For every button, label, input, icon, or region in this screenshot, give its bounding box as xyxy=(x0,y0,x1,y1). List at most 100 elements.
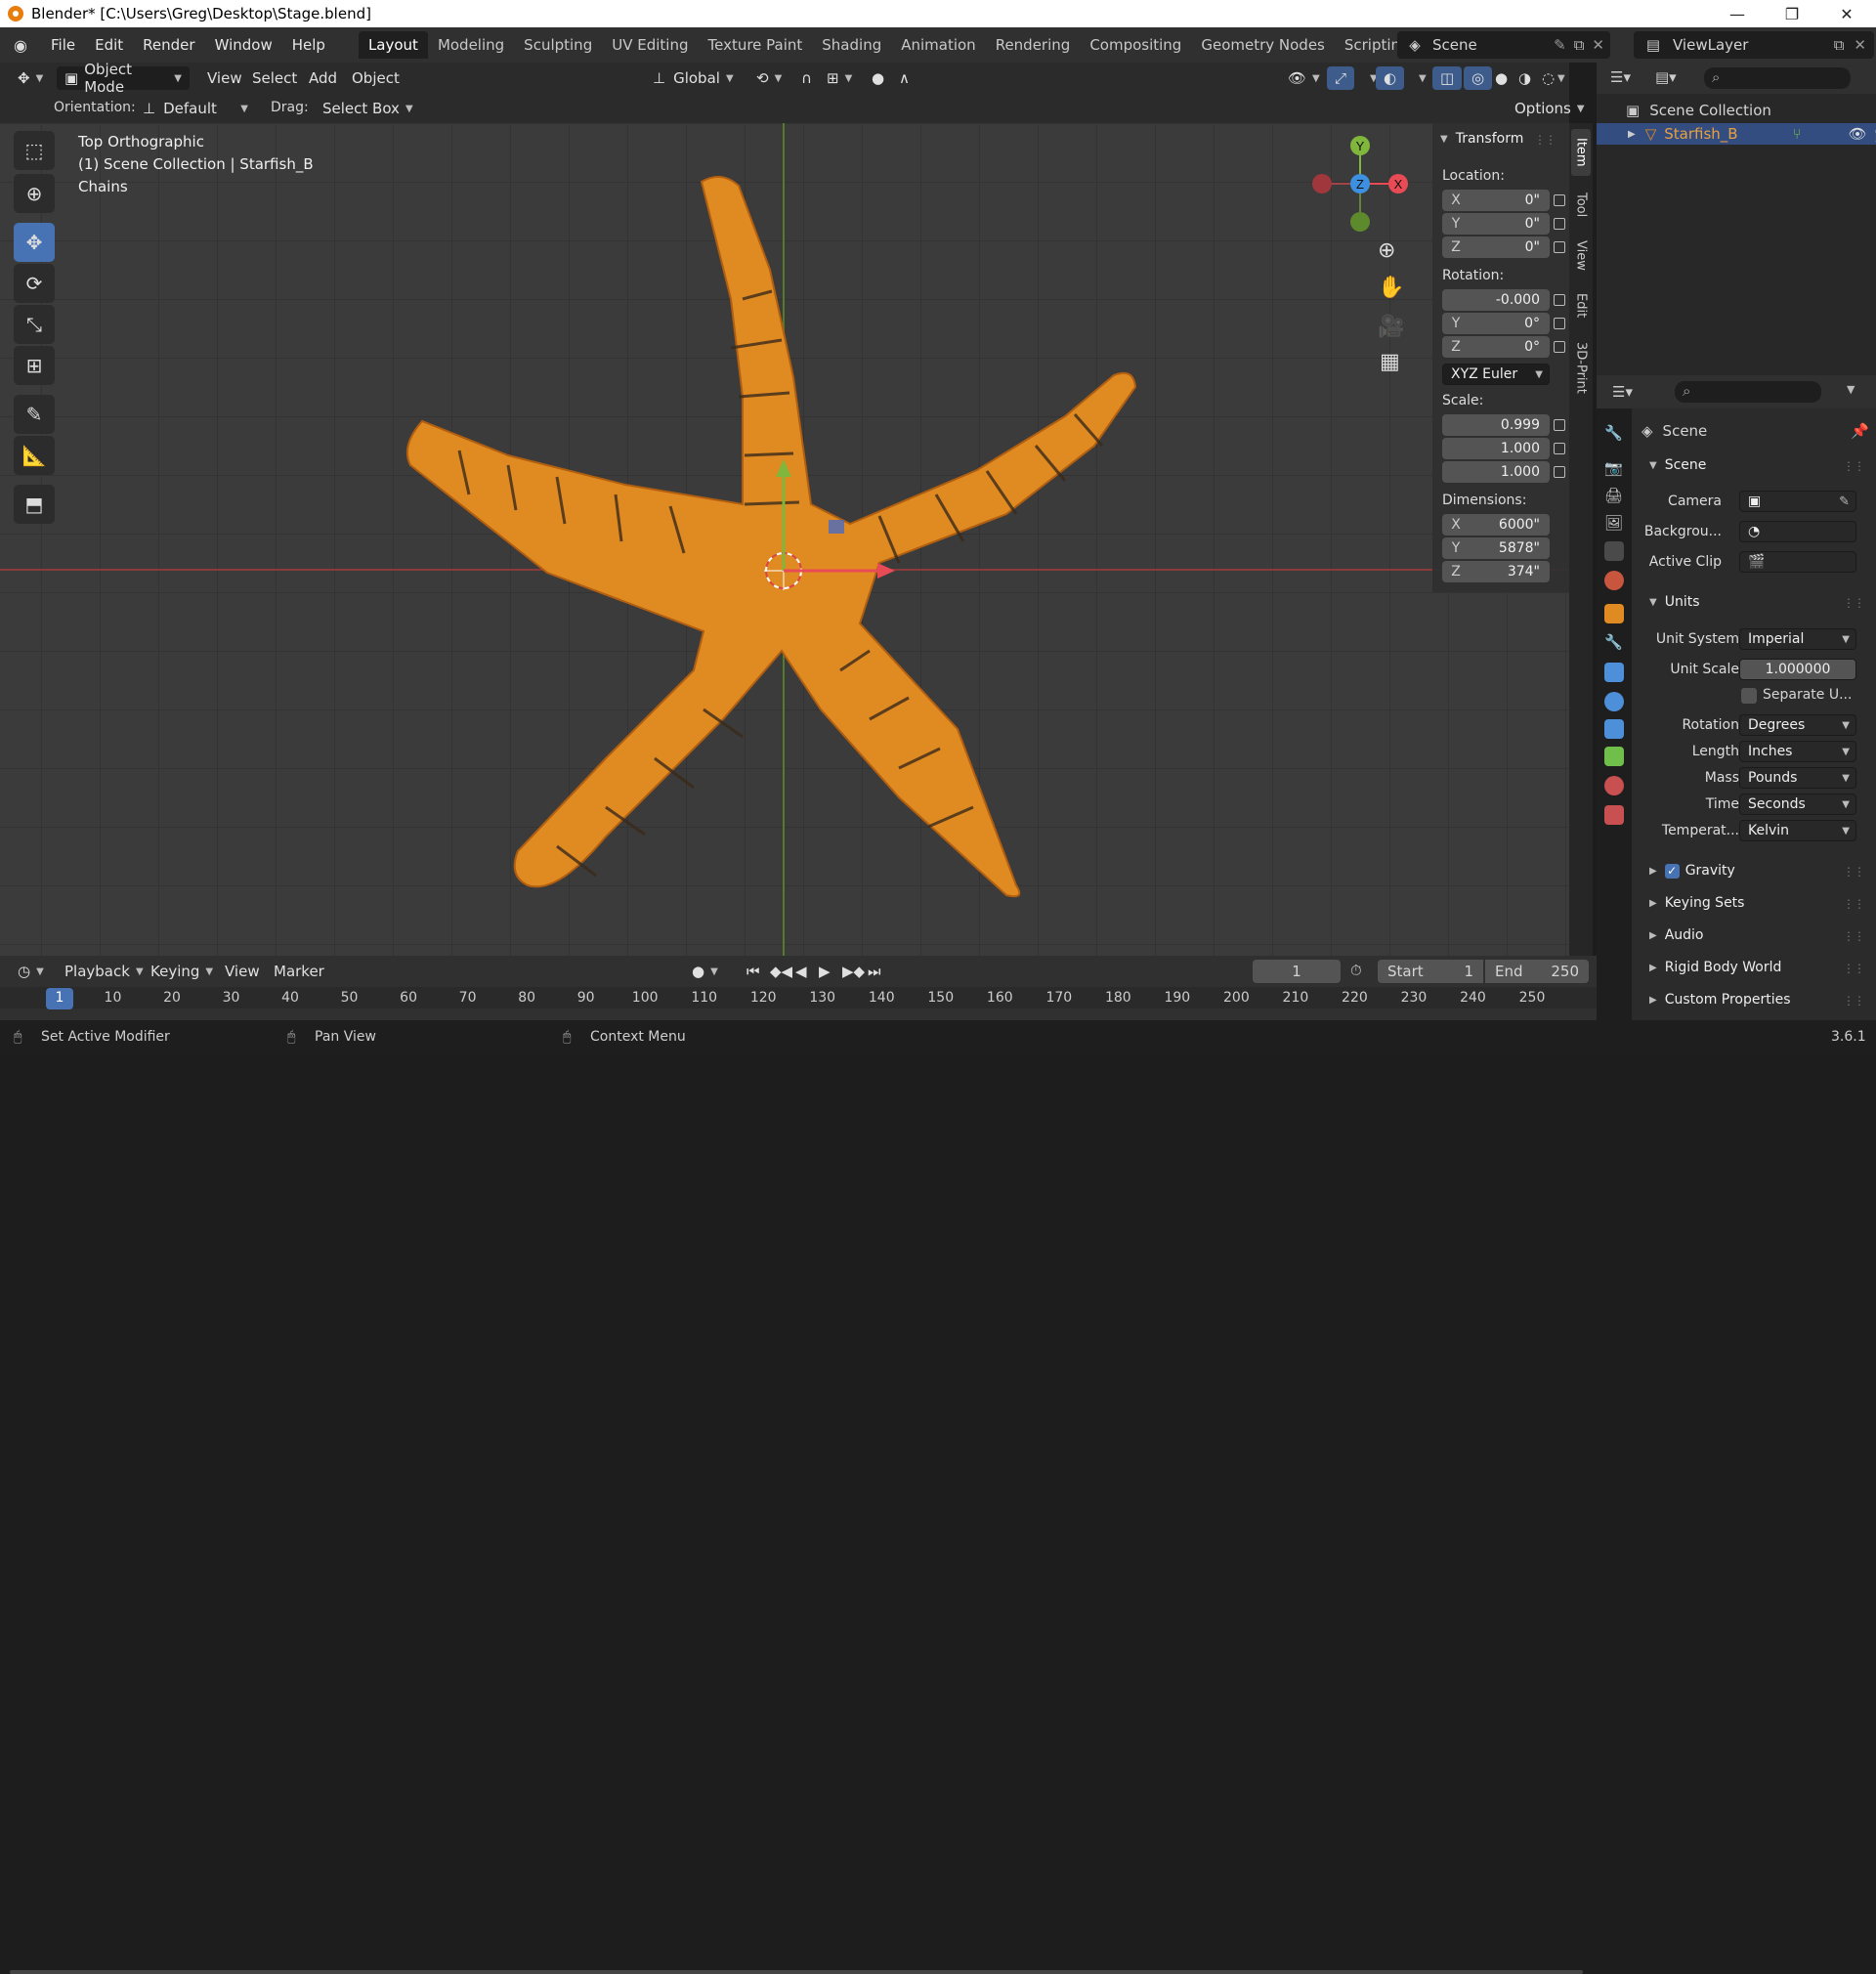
lock-icon[interactable] xyxy=(1554,241,1565,253)
tab-item[interactable]: Item xyxy=(1571,129,1591,176)
units-section-header[interactable]: ▼ Units xyxy=(1649,594,1700,610)
scale-tool[interactable]: ⤡ xyxy=(14,305,55,344)
timeline-editor-icon[interactable]: ◷ ▼ xyxy=(10,960,52,983)
menu-object[interactable]: Object xyxy=(344,66,407,90)
rotation-unit-dropdown[interactable]: Degrees ▼ xyxy=(1739,714,1856,736)
menu-select[interactable]: Select xyxy=(244,66,305,90)
tab-view[interactable]: View xyxy=(1571,233,1591,278)
texture-icon[interactable] xyxy=(1604,805,1624,825)
lock-icon[interactable] xyxy=(1554,194,1565,206)
menu-file[interactable]: File xyxy=(41,31,85,59)
3d-viewport[interactable]: Y X Z Top Orthographic (1) Scene Collect… xyxy=(0,123,1569,956)
unit-system-dropdown[interactable]: Imperial ▼ xyxy=(1739,628,1856,650)
new-scene-icon[interactable]: ⧉ xyxy=(1574,36,1585,54)
unit-scale-field[interactable]: 1.000000 xyxy=(1739,659,1856,680)
constraints-icon[interactable] xyxy=(1604,719,1624,739)
lock-icon[interactable] xyxy=(1554,443,1565,454)
options-dropdown[interactable]: Options ▼ xyxy=(1507,97,1593,120)
tab-geometry-nodes[interactable]: Geometry Nodes xyxy=(1191,31,1335,59)
dimension-y-field[interactable]: Y 5878" xyxy=(1442,537,1550,559)
location-z-field[interactable]: Z 0" xyxy=(1442,236,1550,258)
timeline-scrollbar[interactable] xyxy=(10,1970,1583,1974)
location-x-field[interactable]: X 0" xyxy=(1442,190,1550,211)
temperature-dropdown[interactable]: Kelvin ▼ xyxy=(1739,820,1856,841)
mesh-data-tab-icon[interactable] xyxy=(1604,747,1624,766)
output-icon[interactable]: 🖨 xyxy=(1604,487,1624,506)
menu-add[interactable]: Add xyxy=(301,66,345,90)
tab-rendering[interactable]: Rendering xyxy=(986,31,1081,59)
drag-handle-icon[interactable]: ⋮⋮ xyxy=(1843,994,1865,1008)
outliner-editor-icon[interactable]: ☰▾ xyxy=(1610,68,1631,86)
visibility-icon[interactable]: 👁 ▼ xyxy=(1280,66,1328,90)
perspective-toggle-icon[interactable]: ▦ xyxy=(1380,350,1400,374)
preview-range-icon[interactable]: ⏱ xyxy=(1350,962,1362,979)
tab-layout[interactable]: Layout xyxy=(358,31,428,59)
snap-icon[interactable]: ∩ xyxy=(793,66,820,90)
outliner-search-input[interactable]: ⌕ xyxy=(1704,67,1851,89)
tab-sculpting[interactable]: Sculpting xyxy=(514,31,602,59)
tool-icon[interactable]: 🔧 xyxy=(1604,424,1624,444)
add-cube-tool[interactable]: ⬒ xyxy=(14,485,55,524)
world-icon[interactable] xyxy=(1604,571,1624,590)
active-clip-field[interactable]: 🎬 xyxy=(1739,551,1856,573)
physics-icon[interactable] xyxy=(1604,692,1624,711)
transform-panel-header[interactable]: ▼ Transform xyxy=(1440,131,1523,147)
background-field[interactable]: ◔ xyxy=(1739,521,1856,542)
jump-end-icon[interactable]: ⏭ xyxy=(860,960,889,983)
lock-icon[interactable] xyxy=(1554,218,1565,230)
pivot-point-icon[interactable]: ⟲ ▼ xyxy=(748,66,789,90)
shading-dropdown[interactable]: ▼ xyxy=(1554,66,1569,90)
delete-scene-icon[interactable]: ✕ xyxy=(1592,36,1604,54)
material-icon[interactable] xyxy=(1604,776,1624,795)
lock-icon[interactable] xyxy=(1554,419,1565,431)
rotation-z-field[interactable]: Z 0° xyxy=(1442,336,1550,358)
falloff-icon[interactable]: ∧ xyxy=(891,66,917,90)
outliner-row-scene-collection[interactable]: ▣ Scene Collection xyxy=(1597,100,1876,121)
drag-handle-icon[interactable]: ⋮⋮ xyxy=(1843,962,1865,975)
navigation-gizmo[interactable]: Y X Z xyxy=(1312,136,1408,232)
scale-z-field[interactable]: 1.000 xyxy=(1442,461,1550,483)
scene-section-header[interactable]: ▼ Scene xyxy=(1649,457,1706,473)
transform-tool[interactable]: ⊞ xyxy=(14,346,55,385)
editor-type-button[interactable]: ✥ ▼ xyxy=(10,66,51,90)
xray-toggle-icon[interactable]: ◫ xyxy=(1432,66,1463,90)
menu-playback[interactable]: Playback ▼ xyxy=(57,960,151,983)
length-dropdown[interactable]: Inches ▼ xyxy=(1739,741,1856,762)
lock-icon[interactable] xyxy=(1554,466,1565,478)
tab-texture-paint[interactable]: Texture Paint xyxy=(698,31,812,59)
view-layer-tab-icon[interactable]: 🖼 xyxy=(1604,514,1624,534)
menu-view[interactable]: View xyxy=(199,66,250,90)
view-layer-selector[interactable]: ▤ ViewLayer ⧉ ✕ xyxy=(1634,31,1874,59)
rotate-tool[interactable]: ⟳ xyxy=(14,264,55,303)
dimension-x-field[interactable]: X 6000" xyxy=(1442,514,1550,536)
pin-icon[interactable]: 📌 xyxy=(1851,422,1869,440)
drag-handle-icon[interactable]: ⋮⋮ xyxy=(1843,596,1865,610)
eye-icon[interactable]: 👁 xyxy=(1849,125,1867,143)
display-mode-icon[interactable]: ▤▾ xyxy=(1655,68,1677,86)
separate-units-checkbox[interactable] xyxy=(1741,688,1757,704)
mass-dropdown[interactable]: Pounds ▼ xyxy=(1739,767,1856,789)
tab-compositing[interactable]: Compositing xyxy=(1080,31,1191,59)
rigid-body-world-section-header[interactable]: ▶ Rigid Body World xyxy=(1649,960,1781,975)
gravity-section-header[interactable]: ▶ ✓ Gravity xyxy=(1649,863,1735,879)
keying-sets-section-header[interactable]: ▶ Keying Sets xyxy=(1649,895,1744,911)
outliner-row-starfish[interactable]: ▶ ▽ Starfish_B ⑂ 👁 📷 xyxy=(1597,123,1876,145)
object-icon[interactable] xyxy=(1604,604,1624,623)
overlays-dropdown[interactable]: ▼ xyxy=(1405,66,1434,90)
move-tool[interactable]: ✥ xyxy=(14,223,55,262)
drag-dropdown[interactable]: Select Box ▼ xyxy=(315,97,421,120)
dimension-z-field[interactable]: Z 374" xyxy=(1442,561,1550,582)
transform-orientation-dropdown[interactable]: ⊥ Global ▼ xyxy=(645,66,742,90)
camera-field[interactable]: ▣ ✎ xyxy=(1739,491,1856,512)
select-box-tool[interactable]: ⬚ xyxy=(14,131,55,170)
rotation-y-field[interactable]: Y 0° xyxy=(1442,313,1550,334)
tab-3d-print[interactable]: 3D-Print xyxy=(1571,334,1591,401)
overlays-toggle-icon[interactable]: ◐ xyxy=(1376,66,1405,90)
drag-handle-icon[interactable]: ⋮⋮ xyxy=(1843,929,1865,943)
minimize-button[interactable]: — xyxy=(1710,0,1765,27)
rotation-mode-dropdown[interactable]: XYZ Euler ▼ xyxy=(1442,364,1550,385)
menu-keying[interactable]: Keying ▼ xyxy=(143,960,221,983)
pin-icon[interactable]: ✎ xyxy=(1554,36,1566,54)
lock-icon[interactable] xyxy=(1554,341,1565,353)
tab-tool[interactable]: Tool xyxy=(1571,184,1591,227)
